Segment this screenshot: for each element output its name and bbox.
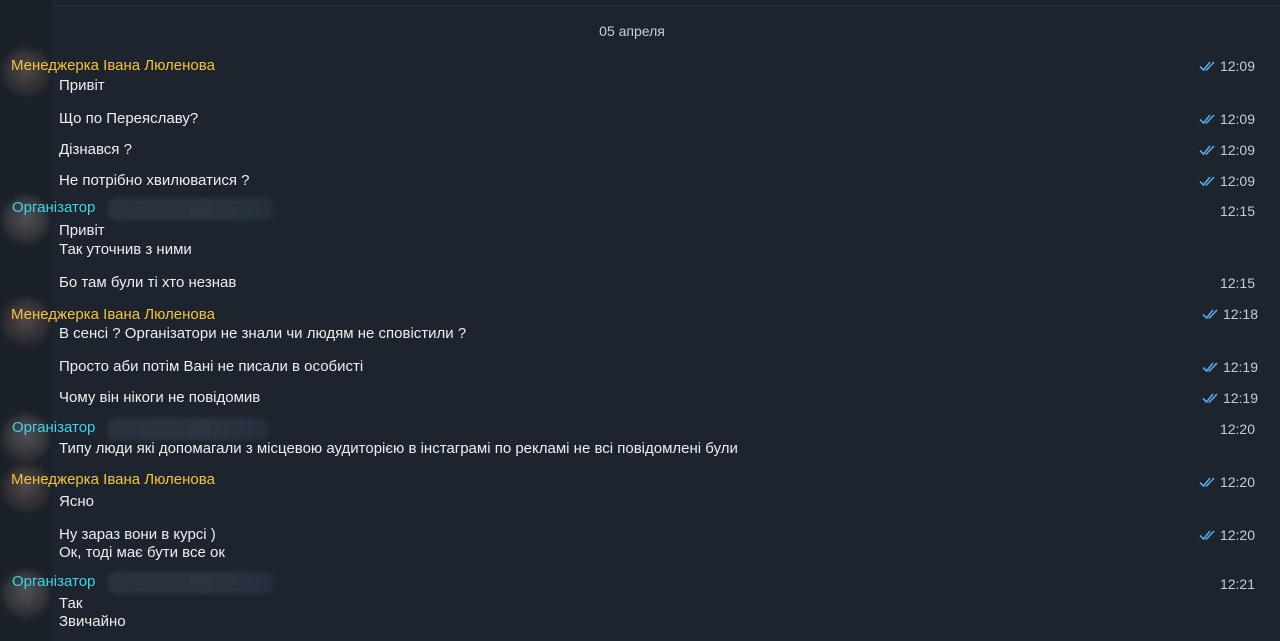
top-divider [53,5,1280,6]
chat-history[interactable]: 05 апреля Менеджерка Івана Люленова Прив… [0,0,1280,641]
message-text: Типу люди які допомагали з місцевою ауди… [59,440,738,457]
message-meta: 12:18 [1202,306,1258,322]
message-time: 12:15 [1219,203,1255,219]
message-text: Ну зараз вони в курсі ) [59,526,216,543]
message-meta: 12:19 [1202,390,1258,406]
message-meta: 12:20 [1199,527,1255,543]
sender-name-organizer[interactable]: Організатор [12,199,95,216]
double-check-icon [1202,309,1218,320]
message-text: Не потрібно хвилюватися ? [59,172,250,189]
message-text: Ясно [59,493,94,510]
redacted-name [108,572,273,594]
message-time: 12:09 [1219,142,1255,158]
message-time: 12:15 [1219,275,1255,291]
message-text: Так уточнив з ними [59,241,192,258]
message-meta: 12:09 [1199,142,1255,158]
message-meta: 12:21 [1220,576,1255,592]
double-check-icon [1199,145,1215,156]
message-time: 12:09 [1219,111,1255,127]
double-check-icon [1199,530,1215,541]
sender-name-manager[interactable]: Менеджерка Івана Люленова [11,306,215,323]
message-text: Привіт [59,222,105,239]
redacted-name [108,198,273,220]
message-text: Просто аби потім Вані не писали в особис… [59,358,364,375]
double-check-icon [1202,393,1218,404]
sender-name-manager[interactable]: Менеджерка Івана Люленова [11,57,215,74]
message-text: Так [59,595,83,612]
message-time: 12:20 [1219,474,1255,490]
message-meta: 12:19 [1202,359,1258,375]
date-separator: 05 апреля [599,23,665,39]
message-meta: 12:20 [1220,421,1255,437]
double-check-icon [1199,477,1215,488]
message-time: 12:19 [1222,359,1258,375]
message-time: 12:19 [1222,390,1258,406]
message-meta: 12:09 [1199,173,1255,189]
message-text: Звичайно [59,613,126,630]
sender-name-organizer[interactable]: Організатор [12,573,95,590]
message-text: Дізнався ? [59,141,132,158]
message-meta: 12:15 [1220,203,1255,219]
message-meta: 12:15 [1220,275,1255,291]
message-time: 12:09 [1219,58,1255,74]
redacted-name [108,418,268,440]
message-text: Бо там були ті хто незнав [59,274,237,291]
message-time: 12:09 [1219,173,1255,189]
message-text: Привіт [59,77,105,94]
message-text: Що по Переяславу? [59,110,199,127]
double-check-icon [1199,61,1215,72]
double-check-icon [1199,176,1215,187]
message-meta: 12:20 [1199,474,1255,490]
message-time: 12:20 [1219,421,1255,437]
double-check-icon [1199,114,1215,125]
sender-name-manager[interactable]: Менеджерка Івана Люленова [11,471,215,488]
double-check-icon [1202,362,1218,373]
message-text: В сенсі ? Організатори не знали чи людям… [59,325,467,342]
message-time: 12:18 [1222,306,1258,322]
sender-name-organizer[interactable]: Організатор [12,419,95,436]
message-time: 12:21 [1219,576,1255,592]
message-text: Ок, тоді має бути все ок [59,544,225,561]
message-text: Чому він нікоги не повідомив [59,389,261,406]
message-meta: 12:09 [1199,58,1255,74]
message-meta: 12:09 [1199,111,1255,127]
message-time: 12:20 [1219,527,1255,543]
